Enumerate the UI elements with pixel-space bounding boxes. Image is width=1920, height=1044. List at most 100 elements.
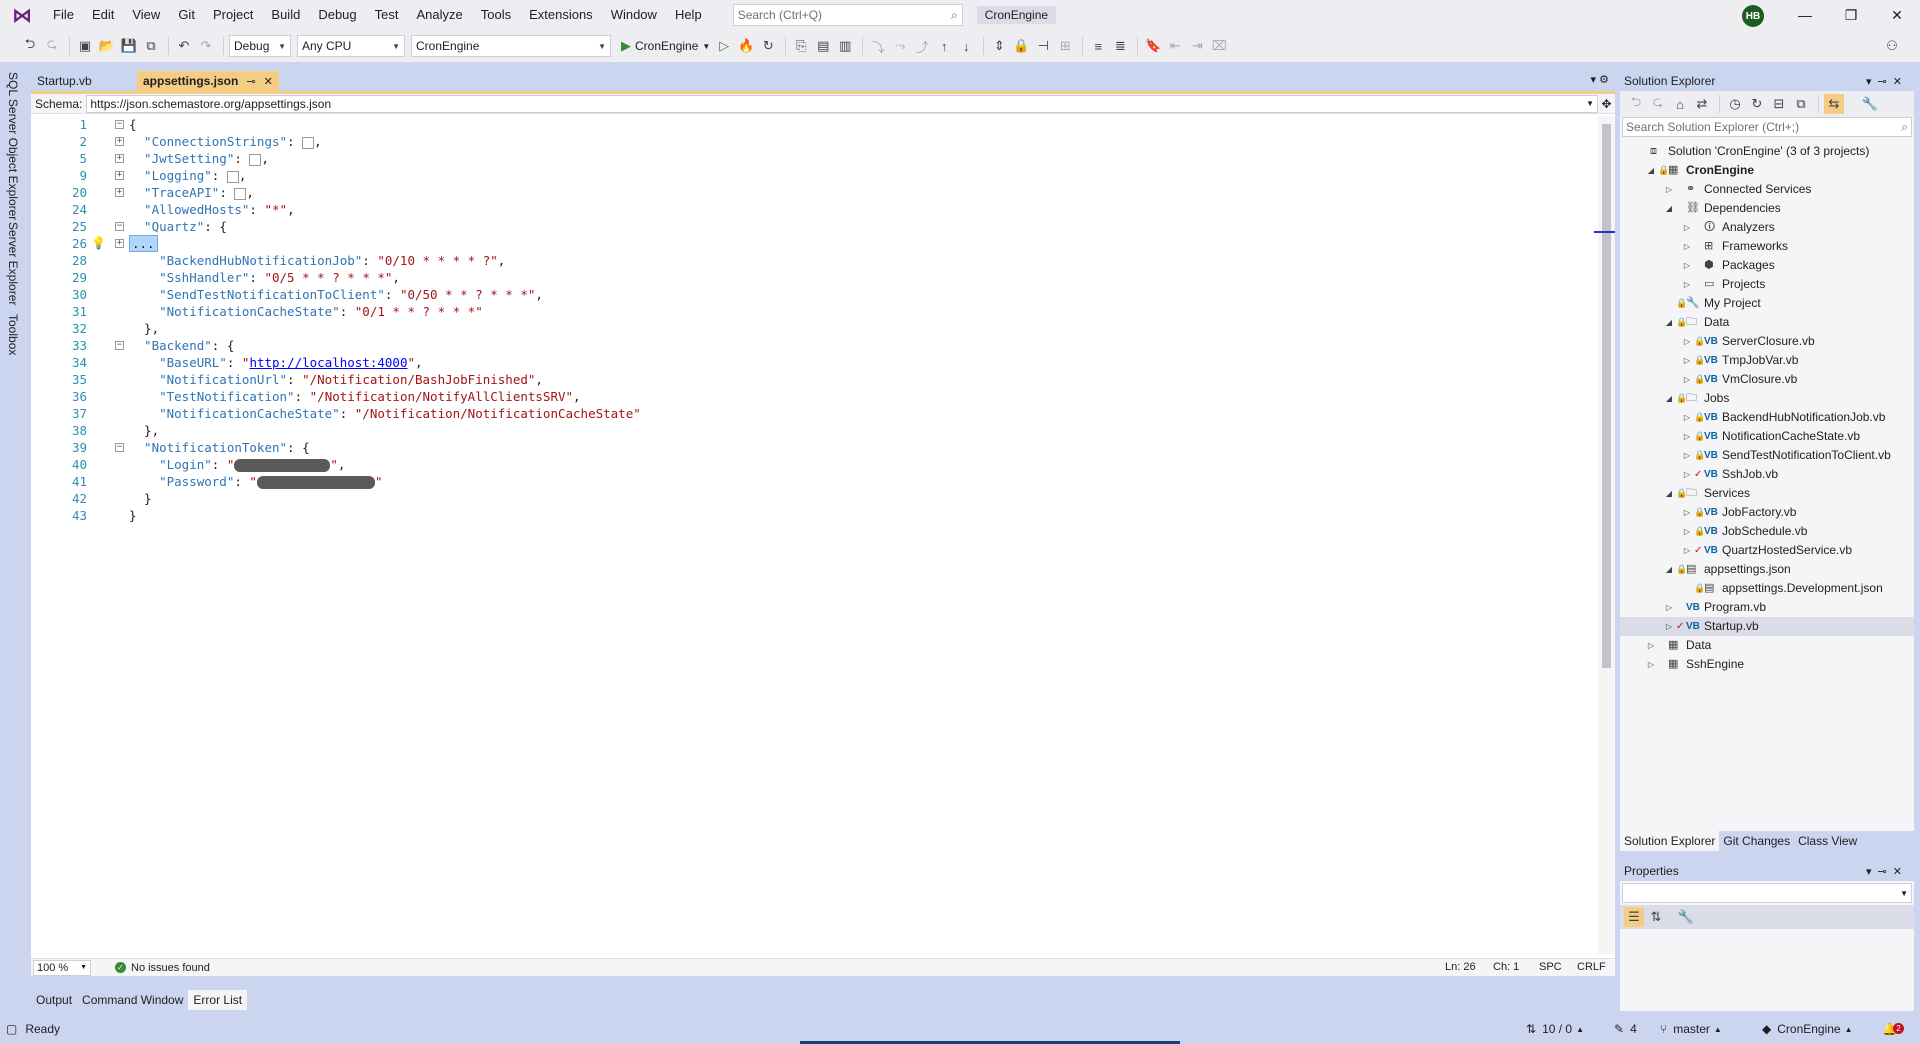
expanded-arrow-icon[interactable]: ◢ xyxy=(1664,313,1674,332)
close-tab-icon[interactable]: ✕ xyxy=(264,75,273,88)
collapsed-arrow-icon[interactable]: ▷ xyxy=(1682,503,1692,522)
step-over-icon[interactable]: ⤳ xyxy=(890,36,910,56)
menu-extensions[interactable]: Extensions xyxy=(520,0,602,30)
expand-region-icon[interactable]: + xyxy=(115,239,124,248)
save-icon[interactable]: 💾 xyxy=(119,36,139,56)
code-line[interactable]: 28 "BackendHubNotificationJob": "0/10 * … xyxy=(31,252,1591,269)
tree-item[interactable]: ▷ 🔒 VB VmClosure.vb xyxy=(1620,370,1914,389)
lightbulb-icon[interactable]: 💡 xyxy=(91,235,106,250)
collapsed-arrow-icon[interactable]: ▷ xyxy=(1682,256,1692,275)
next-bookmark-icon[interactable]: ⇥ xyxy=(1187,36,1207,56)
collapsed-arrow-icon[interactable]: ▷ xyxy=(1682,465,1692,484)
tree-item[interactable]: ◢ ⛓ Dependencies xyxy=(1620,199,1914,218)
undo-icon[interactable]: ↶ xyxy=(174,36,194,56)
collapsed-arrow-icon[interactable]: ▷ xyxy=(1682,332,1692,351)
git-branch-indicator[interactable]: ⑂ master ▲ xyxy=(1660,1022,1722,1036)
layout-icon[interactable]: ▤ xyxy=(813,36,833,56)
start-without-debugging-icon[interactable]: ▷ xyxy=(714,36,734,56)
sql-server-object-explorer-tab[interactable]: SQL Server Object Explorer xyxy=(6,72,20,220)
code-line[interactable]: 30 "SendTestNotificationToClient": "0/50… xyxy=(31,286,1591,303)
zoom-select[interactable]: 100 % ▼ xyxy=(33,959,91,976)
toggle-icon[interactable]: ⊣ xyxy=(1033,36,1053,56)
collapse-all-icon[interactable]: ⊟ xyxy=(1769,94,1789,114)
expanded-arrow-icon[interactable]: ◢ xyxy=(1664,389,1674,408)
collapsed-arrow-icon[interactable]: ▷ xyxy=(1682,541,1692,560)
code-area[interactable]: 1−{2 + "ConnectionStrings": , 5 + "JwtSetti… xyxy=(31,116,1598,954)
tree-item[interactable]: ⧈ Solution 'CronEngine' (3 of 3 projects) xyxy=(1620,142,1914,161)
pin-icon[interactable]: ⊸ xyxy=(246,75,255,88)
tab-output[interactable]: Output xyxy=(31,990,77,1010)
git-changes-indicator[interactable]: ✎ 4 xyxy=(1614,1022,1637,1036)
avatar[interactable]: HB xyxy=(1742,5,1764,27)
server-explorer-tab[interactable]: Server Explorer xyxy=(6,222,20,305)
sync-icon[interactable]: ↻ xyxy=(1747,94,1767,114)
split-editor-icon[interactable]: ✥ xyxy=(1598,97,1615,111)
property-pages-icon[interactable]: 🔧 xyxy=(1676,907,1696,927)
tree-item[interactable]: ▷ ✓ VB QuartzHostedService.vb xyxy=(1620,541,1914,560)
format-icon[interactable]: ▥ xyxy=(835,36,855,56)
collapsed-arrow-icon[interactable]: ▷ xyxy=(1646,636,1656,655)
menu-view[interactable]: View xyxy=(123,0,169,30)
tree-item[interactable]: ▷ 🔒 VB JobSchedule.vb xyxy=(1620,522,1914,541)
expand-region-icon[interactable]: + xyxy=(115,154,124,163)
code-line[interactable]: 25 − "Quartz": { xyxy=(31,218,1591,235)
menu-analyze[interactable]: Analyze xyxy=(407,0,471,30)
home-icon[interactable]: ⌂ xyxy=(1670,94,1690,114)
menu-project[interactable]: Project xyxy=(204,0,262,30)
code-line[interactable]: 1 −{ xyxy=(31,116,1591,133)
split-icon[interactable]: ⇕ xyxy=(989,36,1009,56)
collapse-region-icon[interactable]: − xyxy=(115,222,124,231)
code-line[interactable]: 34 "BaseURL": "http://localhost:4000", xyxy=(31,354,1591,371)
open-file-icon[interactable]: 📂 xyxy=(97,36,117,56)
live-share-icon[interactable]: ⚇ xyxy=(1882,36,1902,56)
code-line[interactable]: 29 "SshHandler": "0/5 * * ? * * *", xyxy=(31,269,1591,286)
tree-item[interactable]: ▷ ⚭ Connected Services xyxy=(1620,180,1914,199)
collapsed-arrow-icon[interactable]: ▷ xyxy=(1664,598,1674,617)
startup-project-select[interactable]: CronEngine ▼ xyxy=(411,35,611,57)
collapsed-arrow-icon[interactable]: ▷ xyxy=(1682,446,1692,465)
browser-link-icon[interactable]: ⎘ xyxy=(791,36,811,56)
back-icon[interactable]: ⮌ xyxy=(1626,94,1646,114)
tree-item[interactable]: ▷ ✓ VB SshJob.vb xyxy=(1620,465,1914,484)
solution-explorer-search[interactable]: Search Solution Explorer (Ctrl+;) ⌕ xyxy=(1622,117,1912,137)
collapsed-arrow-icon[interactable]: ▷ xyxy=(1682,218,1692,237)
collapsed-arrow-icon[interactable]: ▷ xyxy=(1682,427,1692,446)
line-ending-indicator[interactable]: CRLF xyxy=(1577,961,1606,973)
tree-item[interactable]: ▷ ▦ SshEngine xyxy=(1620,655,1914,674)
column-indicator[interactable]: Ch: 1 xyxy=(1493,961,1519,973)
code-line[interactable]: 42 } xyxy=(31,490,1591,507)
code-line[interactable]: 20 + "TraceAPI": , xyxy=(31,184,1591,201)
forward-icon[interactable]: ⮎ xyxy=(1648,94,1668,114)
categorized-icon[interactable]: ☰ xyxy=(1624,907,1644,927)
code-line[interactable]: 43} xyxy=(31,507,1591,524)
menu-help[interactable]: Help xyxy=(666,0,711,30)
editor-vertical-scrollbar[interactable] xyxy=(1594,116,1615,954)
code-line[interactable]: 33 − "Backend": { xyxy=(31,337,1591,354)
bookmark-icon[interactable]: 🔖 xyxy=(1143,36,1163,56)
tree-item[interactable]: ◢ 🔒 ▦ CronEngine xyxy=(1620,161,1914,180)
alphabetical-icon[interactable]: ⇅ xyxy=(1646,907,1666,927)
tree-item[interactable]: 🔒 🔧 My Project xyxy=(1620,294,1914,313)
save-all-icon[interactable]: ⧉ xyxy=(141,36,161,56)
redo-icon[interactable]: ↷ xyxy=(196,36,216,56)
clear-bookmarks-icon[interactable]: ⌧ xyxy=(1209,36,1229,56)
menu-tools[interactable]: Tools xyxy=(472,0,520,30)
tree-item[interactable]: ▷ ✓ VB Startup.vb xyxy=(1620,617,1914,636)
tab-appsettings-json[interactable]: appsettings.json ⊸ ✕ xyxy=(137,71,279,91)
configuration-select[interactable]: Debug ▼ xyxy=(229,35,291,57)
minimize-icon[interactable]: — xyxy=(1782,0,1828,30)
git-repo-indicator[interactable]: ◆ CronEngine ▲ xyxy=(1762,1022,1853,1036)
code-line[interactable]: 9 + "Logging": , xyxy=(31,167,1591,184)
collapse-region-icon[interactable]: − xyxy=(115,341,124,350)
issues-indicator[interactable]: ✓ No issues found xyxy=(115,962,210,974)
code-line[interactable]: 5 + "JwtSetting": , xyxy=(31,150,1591,167)
code-line[interactable]: 39 − "NotificationToken": { xyxy=(31,439,1591,456)
collapsed-arrow-icon[interactable]: ▷ xyxy=(1682,351,1692,370)
tree-item[interactable]: ◢ 🔒 🗀 Jobs xyxy=(1620,389,1914,408)
tree-item[interactable]: ▷ 🔒 VB BackendHubNotificationJob.vb xyxy=(1620,408,1914,427)
code-line[interactable]: 26 💡 +... xyxy=(31,235,1591,252)
url-link[interactable]: http://localhost:4000 xyxy=(249,355,407,370)
menu-git[interactable]: Git xyxy=(169,0,204,30)
comment-icon[interactable]: ≡ xyxy=(1088,36,1108,56)
code-line[interactable]: 41 "Password": " " xyxy=(31,473,1591,490)
